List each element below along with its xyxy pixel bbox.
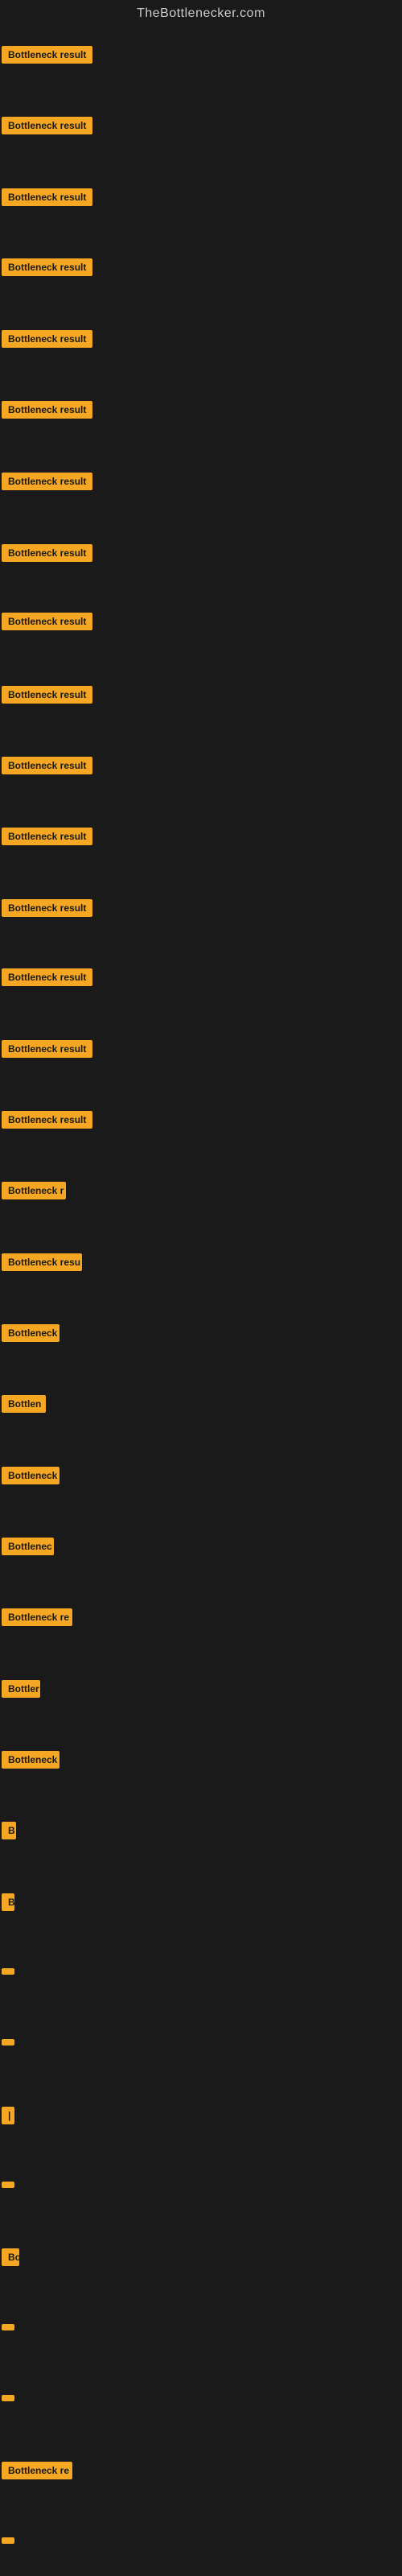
- bottleneck-badge-12[interactable]: Bottleneck result: [2, 828, 92, 845]
- bottleneck-item-30: |: [2, 2107, 14, 2128]
- bottleneck-item-22: Bottlenec: [2, 1538, 54, 1559]
- bottleneck-item-27: B: [2, 1893, 14, 1915]
- bottleneck-badge-21[interactable]: Bottleneck: [2, 1467, 59, 1484]
- bottleneck-item-26: B: [2, 1822, 16, 1843]
- bottleneck-item-8: Bottleneck result: [2, 544, 92, 562]
- bottleneck-badge-5[interactable]: Bottleneck result: [2, 330, 92, 348]
- bottleneck-badge-29[interactable]: [2, 2039, 14, 2046]
- bottleneck-badge-35[interactable]: Bottleneck re: [2, 2462, 72, 2479]
- bottleneck-item-31: [2, 2178, 14, 2192]
- bottleneck-badge-25[interactable]: Bottleneck: [2, 1751, 59, 1769]
- bottleneck-item-6: Bottleneck result: [2, 401, 92, 419]
- bottleneck-badge-18[interactable]: Bottleneck resu: [2, 1253, 82, 1271]
- bottleneck-badge-24[interactable]: Bottler: [2, 1680, 40, 1698]
- bottleneck-badge-26[interactable]: B: [2, 1822, 16, 1839]
- bottleneck-badge-17[interactable]: Bottleneck r: [2, 1182, 66, 1199]
- bottleneck-item-36: [2, 2533, 14, 2548]
- bottleneck-item-2: Bottleneck result: [2, 117, 92, 134]
- bottleneck-item-20: Bottlen: [2, 1395, 46, 1417]
- bottleneck-badge-1[interactable]: Bottleneck result: [2, 46, 92, 64]
- bottleneck-badge-8[interactable]: Bottleneck result: [2, 544, 92, 562]
- bottleneck-item-16: Bottleneck result: [2, 1111, 92, 1133]
- bottleneck-badge-34[interactable]: [2, 2395, 14, 2401]
- bottleneck-badge-28[interactable]: [2, 1968, 14, 1975]
- bottleneck-badge-31[interactable]: [2, 2182, 14, 2188]
- bottleneck-badge-20[interactable]: Bottlen: [2, 1395, 46, 1413]
- bottleneck-badge-23[interactable]: Bottleneck re: [2, 1608, 72, 1626]
- bottleneck-item-10: Bottleneck result: [2, 686, 92, 704]
- bottleneck-badge-33[interactable]: [2, 2324, 14, 2330]
- bottleneck-item-7: Bottleneck result: [2, 473, 92, 490]
- bottleneck-badge-6[interactable]: Bottleneck result: [2, 401, 92, 419]
- bottleneck-badge-10[interactable]: Bottleneck result: [2, 686, 92, 704]
- bottleneck-item-25: Bottleneck: [2, 1751, 59, 1773]
- bottleneck-badge-15[interactable]: Bottleneck result: [2, 1040, 92, 1058]
- bottleneck-badge-32[interactable]: Bo: [2, 2248, 19, 2266]
- bottleneck-badge-11[interactable]: Bottleneck result: [2, 757, 92, 774]
- bottleneck-item-9: Bottleneck result: [2, 613, 92, 630]
- bottleneck-item-23: Bottleneck re: [2, 1608, 72, 1630]
- bottleneck-badge-22[interactable]: Bottlenec: [2, 1538, 54, 1555]
- bottleneck-item-34: [2, 2391, 14, 2405]
- bottleneck-badge-30[interactable]: |: [2, 2107, 14, 2124]
- bottleneck-badge-14[interactable]: Bottleneck result: [2, 968, 92, 986]
- bottleneck-item-28: [2, 1964, 14, 1979]
- bottleneck-item-32: Bo: [2, 2248, 19, 2270]
- bottleneck-badge-2[interactable]: Bottleneck result: [2, 117, 92, 134]
- site-title: TheBottlenecker.com: [0, 0, 402, 24]
- bottleneck-badge-27[interactable]: B: [2, 1893, 14, 1911]
- bottleneck-badge-7[interactable]: Bottleneck result: [2, 473, 92, 490]
- bottleneck-item-35: Bottleneck re: [2, 2462, 72, 2483]
- bottleneck-item-11: Bottleneck result: [2, 757, 92, 774]
- bottleneck-badge-3[interactable]: Bottleneck result: [2, 188, 92, 206]
- bottleneck-item-15: Bottleneck result: [2, 1040, 92, 1058]
- bottleneck-item-33: [2, 2320, 14, 2334]
- bottleneck-item-24: Bottler: [2, 1680, 40, 1702]
- bottleneck-item-3: Bottleneck result: [2, 188, 92, 206]
- bottleneck-badge-36[interactable]: [2, 2537, 14, 2544]
- bottleneck-item-4: Bottleneck result: [2, 258, 92, 276]
- bottleneck-item-5: Bottleneck result: [2, 330, 92, 348]
- bottleneck-item-18: Bottleneck resu: [2, 1253, 82, 1275]
- bottleneck-badge-19[interactable]: Bottleneck: [2, 1324, 59, 1342]
- bottleneck-item-19: Bottleneck: [2, 1324, 59, 1346]
- bottleneck-item-29: [2, 2035, 14, 2050]
- bottleneck-item-13: Bottleneck result: [2, 899, 92, 917]
- bottleneck-item-12: Bottleneck result: [2, 828, 92, 845]
- bottleneck-item-14: Bottleneck result: [2, 968, 92, 986]
- bottleneck-item-17: Bottleneck r: [2, 1182, 66, 1203]
- bottleneck-badge-9[interactable]: Bottleneck result: [2, 613, 92, 630]
- bottleneck-badge-13[interactable]: Bottleneck result: [2, 899, 92, 917]
- bottleneck-badge-16[interactable]: Bottleneck result: [2, 1111, 92, 1129]
- bottleneck-item-1: Bottleneck result: [2, 46, 92, 64]
- bottleneck-item-21: Bottleneck: [2, 1467, 59, 1488]
- bottleneck-badge-4[interactable]: Bottleneck result: [2, 258, 92, 276]
